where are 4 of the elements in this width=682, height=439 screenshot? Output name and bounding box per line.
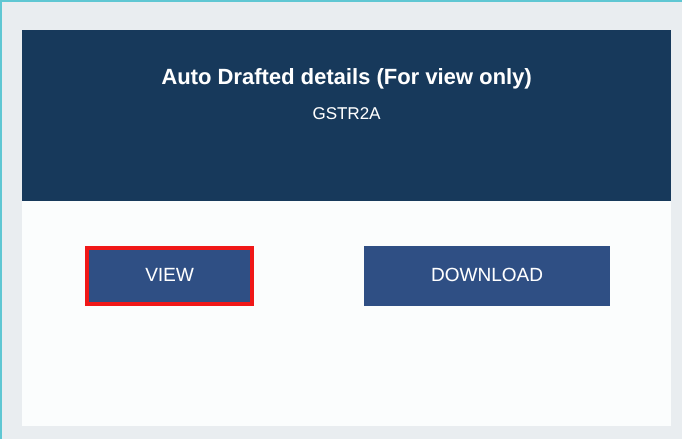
card-title: Auto Drafted details (For view only) (161, 64, 532, 90)
view-button[interactable]: VIEW (85, 246, 254, 306)
download-button[interactable]: DOWNLOAD (364, 246, 610, 306)
card-subtitle: GSTR2A (312, 104, 381, 124)
